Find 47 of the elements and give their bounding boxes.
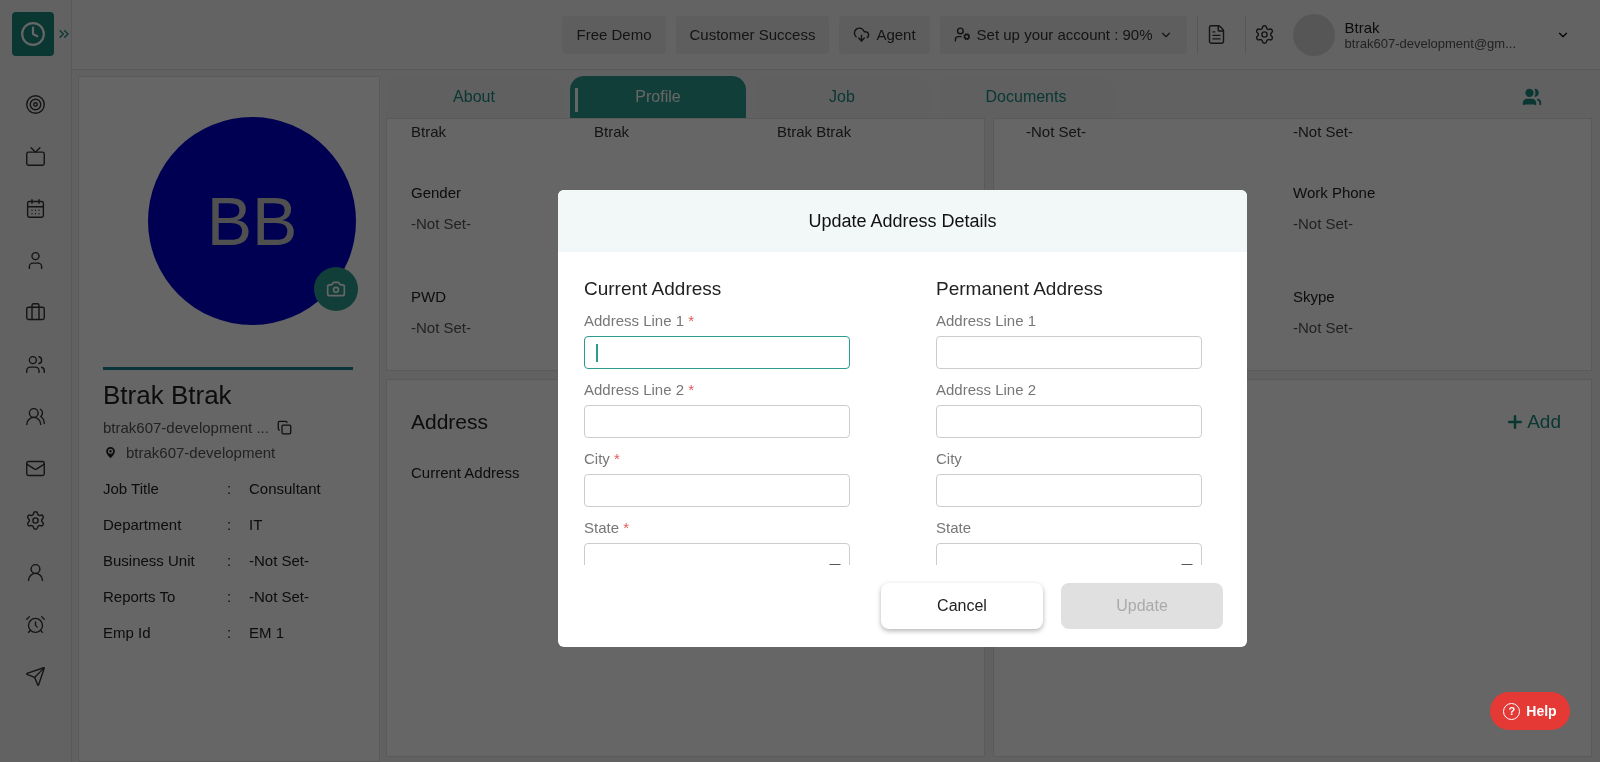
detail-value: EM 1: [249, 624, 285, 641]
field-label: Address Line 1 *: [584, 312, 695, 329]
column-heading: Permanent Address: [936, 278, 1104, 300]
field-value: Btrak: [411, 123, 446, 140]
field-label: City *: [584, 450, 620, 467]
detail-separator: :: [227, 624, 233, 641]
field-value: -Not Set-: [1293, 215, 1353, 232]
detail-value: Consultant: [249, 480, 322, 497]
user-name: Btrak: [1344, 18, 1381, 36]
detail-label: Department: [103, 516, 183, 533]
field-value: -Not Set-: [1293, 319, 1353, 336]
field-value: -Not Set-: [411, 319, 471, 336]
profile-location: btrak607-development: [126, 444, 276, 461]
field-value: -Not Set-: [411, 215, 471, 232]
field-label: State *: [584, 519, 630, 536]
column-heading: Current Address: [584, 278, 723, 300]
field-label: City: [936, 450, 962, 467]
detail-value: -Not Set-: [249, 552, 310, 569]
field-label: Skype: [1293, 288, 1335, 305]
field-value: Btrak Btrak: [777, 123, 852, 140]
detail-value: -Not Set-: [249, 588, 310, 605]
profile-email: btrak607-development ...: [103, 419, 269, 436]
detail-separator: :: [227, 552, 233, 569]
field-label: Gender: [411, 184, 462, 201]
field-label: State: [936, 519, 972, 536]
detail-label: Reports To: [103, 588, 177, 605]
detail-label: Emp Id: [103, 624, 152, 641]
dialog-title: Update Address Details: [558, 190, 1247, 252]
field-value: Btrak: [594, 123, 629, 140]
field-label: Work Phone: [1293, 184, 1376, 201]
section-title: Address: [411, 410, 489, 434]
field-label: Current Address: [411, 464, 520, 481]
field-value: -Not Set-: [1293, 123, 1353, 140]
avatar: BB: [148, 117, 356, 325]
detail-value: IT: [249, 516, 264, 533]
detail-label: Business Unit: [103, 552, 196, 569]
detail-separator: :: [227, 516, 233, 533]
detail-separator: :: [227, 480, 233, 497]
user-email: btrak607-development@gm...: [1344, 35, 1516, 51]
field-label: Address Line 1: [936, 312, 1037, 329]
detail-separator: :: [227, 588, 233, 605]
profile-name: Btrak Btrak: [103, 380, 233, 411]
field-label: Address Line 2 *: [584, 381, 695, 398]
field-value: -Not Set-: [1026, 123, 1086, 140]
field-label: Address Line 2: [936, 381, 1037, 398]
detail-label: Job Title: [103, 480, 160, 497]
field-label: PWD: [411, 288, 446, 305]
